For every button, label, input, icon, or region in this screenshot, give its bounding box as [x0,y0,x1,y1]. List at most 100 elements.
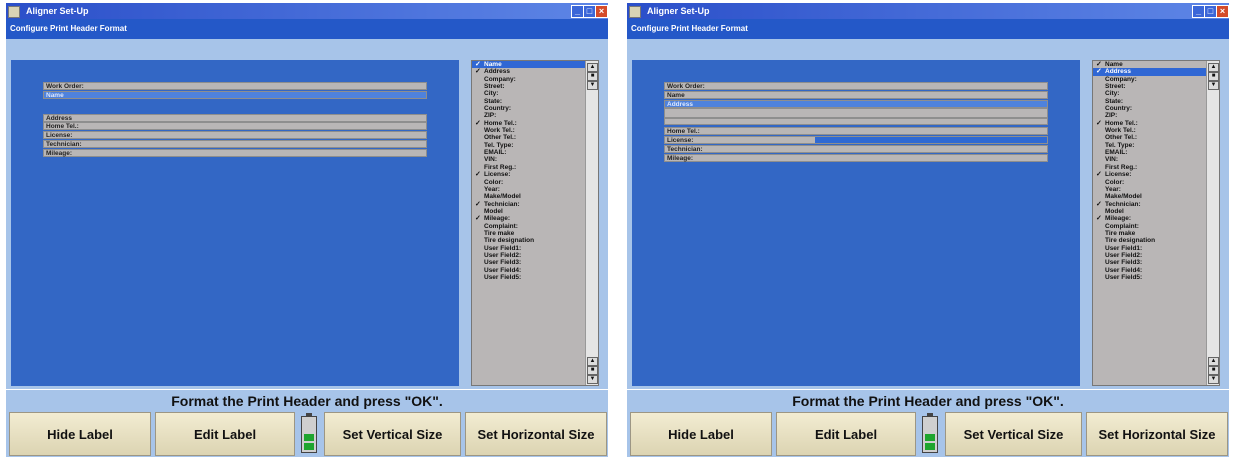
field-list-item[interactable]: Model [1093,208,1207,215]
edit-label-button[interactable]: Edit Label [776,412,916,456]
field-list-item[interactable]: ✓ Address [472,68,586,75]
field-list-item[interactable]: Company: [472,76,586,83]
field-list-item[interactable]: City: [472,90,586,97]
field-list-item[interactable]: Complaint: [472,223,586,230]
header-field-selected[interactable]: Address [664,100,1048,108]
field-list-item[interactable]: VIN: [1093,156,1207,163]
field-list-item[interactable]: Tire make [1093,230,1207,237]
field-list-item[interactable]: Street: [1093,83,1207,90]
header-field[interactable] [664,108,1048,118]
field-list-item[interactable]: Tire make [472,230,586,237]
field-list-item[interactable]: ✓ Name [472,61,586,69]
field-list-item[interactable]: Year: [1093,186,1207,193]
header-field[interactable]: Home Tel.: [43,122,427,130]
scroll-up-small-icon[interactable]: ▲ [587,357,598,366]
field-list-item[interactable]: EMAIL: [472,149,586,156]
field-list-item[interactable]: Country: [1093,105,1207,112]
field-list-item[interactable]: State: [1093,98,1207,105]
field-list-item[interactable]: Make/Model [1093,193,1207,200]
scroll-thumb[interactable]: ■ [1208,72,1219,81]
header-field[interactable]: Technician: [664,145,1048,153]
field-list-item[interactable]: Street: [472,83,586,90]
field-list-item[interactable]: ZIP: [1093,112,1207,119]
field-list-item[interactable]: ✓ Mileage: [1093,215,1207,222]
field-list-item[interactable]: User Field4: [472,267,586,274]
field-list-item[interactable]: ✓ Name [1093,61,1207,68]
field-list-item[interactable]: User Field1: [472,245,586,252]
header-field[interactable]: Work Order: [664,82,1048,90]
field-list-item[interactable]: Tel. Type: [472,142,586,149]
set-horizontal-size-button[interactable]: Set Horizontal Size [1086,412,1228,456]
header-field[interactable]: Technician: [43,140,427,148]
field-list-item[interactable]: ✓ Home Tel.: [472,120,586,127]
header-field[interactable] [664,118,1048,125]
scroll-down-small-icon[interactable]: ▼ [587,81,598,90]
field-list-item[interactable]: ✓ Home Tel.: [1093,120,1207,127]
field-list-item[interactable]: User Field3: [1093,259,1207,266]
field-list-item[interactable]: First Reg.: [1093,164,1207,171]
field-list-item[interactable]: Year: [472,186,586,193]
field-list-item[interactable]: Company: [1093,76,1207,83]
scroll-up-icon[interactable]: ▲ [587,63,598,72]
field-list-item[interactable]: Other Tel.: [472,134,586,141]
scroll-down-icon[interactable]: ▼ [1208,375,1219,384]
header-field-selected[interactable]: Name [43,91,427,99]
header-field[interactable]: Address [43,114,427,122]
hide-label-button[interactable]: Hide Label [630,412,772,456]
field-list-item[interactable]: Other Tel.: [1093,134,1207,141]
field-list-item[interactable]: State: [472,98,586,105]
field-list-item[interactable]: Tel. Type: [1093,142,1207,149]
header-field-resized[interactable]: License: [664,136,1048,144]
field-list-item[interactable]: ✓ License: [1093,171,1207,178]
header-field[interactable]: Home Tel.: [664,127,1048,135]
scroll-page-icon[interactable]: ■ [587,366,598,375]
field-list-item[interactable]: Make/Model [472,193,586,200]
field-list-item[interactable]: Tire designation [472,237,586,244]
scroll-down-icon[interactable]: ▼ [587,375,598,384]
field-list-item[interactable]: User Field1: [1093,245,1207,252]
field-list-item[interactable]: User Field5: [472,274,586,281]
field-list-item[interactable]: User Field2: [472,252,586,259]
close-icon[interactable]: × [1216,5,1229,18]
field-list-item[interactable]: ✓ Technician: [472,201,586,208]
list-scrollbar[interactable]: ▲ ■ ▼ ▲ ■ ▼ [1206,61,1219,385]
field-list-item[interactable]: User Field3: [472,259,586,266]
close-icon[interactable]: × [595,5,608,18]
field-list-item[interactable]: Color: [472,179,586,186]
field-list-item[interactable]: User Field5: [1093,274,1207,281]
set-vertical-size-button[interactable]: Set Vertical Size [945,412,1082,456]
field-list-item[interactable]: ✓ Address [1093,68,1207,76]
field-list-item[interactable]: Work Tel.: [1093,127,1207,134]
scroll-page-icon[interactable]: ■ [1208,366,1219,375]
field-list-item[interactable]: Color: [1093,179,1207,186]
field-list-item[interactable]: User Field2: [1093,252,1207,259]
field-list-item[interactable]: Tire designation [1093,237,1207,244]
header-field[interactable]: Work Order: [43,82,427,90]
set-vertical-size-button[interactable]: Set Vertical Size [324,412,461,456]
field-list-item[interactable]: First Reg.: [472,164,586,171]
header-field[interactable]: License: [43,131,427,139]
header-field[interactable]: Mileage: [664,154,1048,162]
field-list-item[interactable]: EMAIL: [1093,149,1207,156]
field-list-item[interactable]: Model [472,208,586,215]
field-list-item[interactable]: Work Tel.: [472,127,586,134]
field-list-item[interactable]: ZIP: [472,112,586,119]
scroll-up-small-icon[interactable]: ▲ [1208,357,1219,366]
field-list-item[interactable]: Complaint: [1093,223,1207,230]
edit-label-button[interactable]: Edit Label [155,412,295,456]
list-scrollbar[interactable]: ▲ ■ ▼ ▲ ■ ▼ [585,61,598,385]
scroll-thumb[interactable]: ■ [587,72,598,81]
hide-label-button[interactable]: Hide Label [9,412,151,456]
header-field[interactable]: Name [664,91,1048,99]
field-list-item[interactable]: VIN: [472,156,586,163]
field-list-item[interactable]: ✓ License: [472,171,586,178]
field-list-item[interactable]: City: [1093,90,1207,97]
set-horizontal-size-button[interactable]: Set Horizontal Size [465,412,607,456]
scroll-down-small-icon[interactable]: ▼ [1208,81,1219,90]
header-field[interactable]: Mileage: [43,149,427,157]
scroll-up-icon[interactable]: ▲ [1208,63,1219,72]
field-list-item[interactable]: ✓ Technician: [1093,201,1207,208]
field-list-item[interactable]: ✓ Mileage: [472,215,586,222]
field-list-item[interactable]: User Field4: [1093,267,1207,274]
field-list-item[interactable]: Country: [472,105,586,112]
